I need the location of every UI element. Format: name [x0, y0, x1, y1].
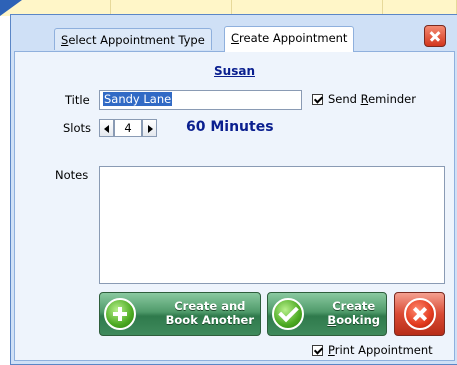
create-and-book-another-button[interactable]: Create and Book Another	[99, 292, 261, 336]
print-appointment-label[interactable]: Print Appointment	[328, 343, 433, 357]
duration-text: 60 Minutes	[186, 119, 274, 135]
tab-select-appointment-type[interactable]: Select Appointment Type	[54, 28, 212, 50]
create-appointment-panel: Susan Title Sandy Lane Send Reminder Slo…	[14, 51, 455, 361]
create-another-line2: Book Another	[165, 313, 254, 327]
cancel-button[interactable]	[394, 292, 445, 336]
send-reminder-label[interactable]: Send Reminder	[328, 92, 416, 106]
title-value: Sandy Lane	[103, 92, 173, 106]
appointment-popup: Select Appointment Type Create Appointme…	[10, 14, 457, 365]
notes-textarea[interactable]	[99, 166, 445, 284]
chevron-right-icon	[148, 125, 153, 133]
create-another-line1: Create and	[174, 299, 246, 313]
plus-icon	[104, 298, 136, 330]
notes-label: Notes	[55, 168, 89, 182]
tab-create-appointment[interactable]: Create Appointment	[224, 26, 355, 52]
tab-bar: Select Appointment Type Create Appointme…	[11, 15, 457, 52]
slots-value[interactable]: 4	[114, 119, 142, 137]
create-booking-button[interactable]: Create Booking	[267, 292, 387, 336]
chevron-left-icon	[104, 125, 109, 133]
slots-decrease-button[interactable]	[99, 119, 114, 137]
client-name-link[interactable]: Susan	[15, 64, 454, 78]
slots-increase-button[interactable]	[142, 119, 157, 137]
slots-label: Slots	[63, 121, 92, 135]
close-button[interactable]	[424, 25, 446, 47]
checkmark-icon	[272, 298, 304, 330]
send-reminder-checkbox[interactable]	[312, 94, 323, 105]
create-booking-line1: Create	[332, 299, 376, 313]
close-icon	[404, 298, 436, 330]
title-label: Title	[65, 93, 90, 107]
print-appointment-checkbox[interactable]	[312, 345, 323, 356]
title-input[interactable]: Sandy Lane	[99, 90, 302, 110]
